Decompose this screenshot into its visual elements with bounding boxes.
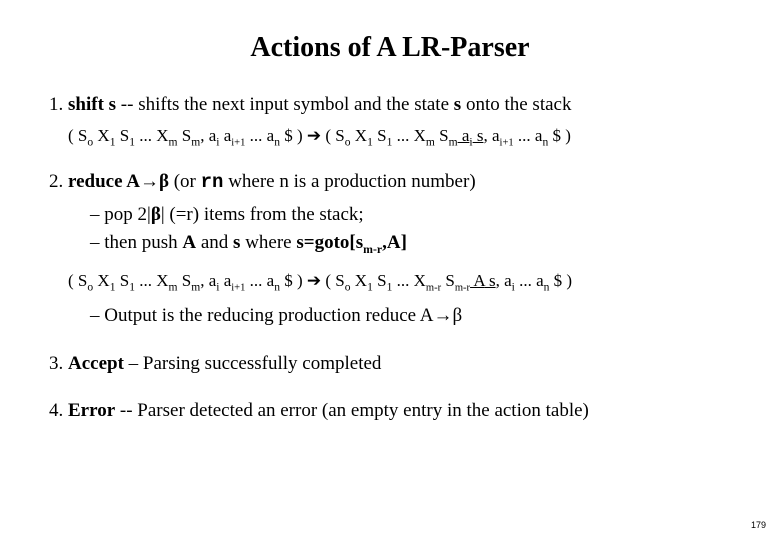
reduce-sub-push: then push A and s where s=goto[sm-r,A] xyxy=(90,230,750,256)
shift-stack-transition: ( So X1 S1 ... Xm Sm, ai ai+1 ... an $ )… xyxy=(68,124,750,148)
right-arrow-icon: ➔ xyxy=(307,271,321,290)
error-rest: -- Parser detected an error (an empty en… xyxy=(115,400,589,421)
reduce-lead-A: reduce A xyxy=(68,171,140,192)
shift-rest: -- shifts the next input symbol and the … xyxy=(116,94,454,115)
page-title: Actions of A LR-Parser xyxy=(30,32,750,64)
reduce-output: Output is the reducing production reduce… xyxy=(90,303,750,329)
item-error: Error -- Parser detected an error (an em… xyxy=(68,398,750,424)
shift-lead: shift s xyxy=(68,94,116,115)
reduce-stack-transition: ( So X1 S1 ... Xm Sm, ai ai+1 ... an $ )… xyxy=(68,269,750,293)
page-number: 179 xyxy=(751,520,766,530)
accept-lead: Accept xyxy=(68,353,124,374)
error-lead: Error xyxy=(68,400,115,421)
reduce-output-sub: Output is the reducing production reduce… xyxy=(68,303,750,329)
right-arrow-icon: ➔ xyxy=(307,126,321,145)
shift-tail: onto the stack xyxy=(461,94,571,115)
action-list: shift s -- shifts the next input symbol … xyxy=(30,92,750,424)
reduce-arrow: → xyxy=(140,171,159,192)
reduce-sublist: pop 2|β| (=r) items from the stack; then… xyxy=(68,202,750,255)
item-shift: shift s -- shifts the next input symbol … xyxy=(68,92,750,147)
item-reduce: reduce A→β (or rn where n is a productio… xyxy=(68,169,750,328)
reduce-beta: β xyxy=(159,171,169,192)
reduce-rn: rn xyxy=(201,171,224,193)
item-accept: Accept – Parsing successfully completed xyxy=(68,351,750,377)
reduce-sub-pop: pop 2|β| (=r) items from the stack; xyxy=(90,202,750,228)
slide-page: Actions of A LR-Parser shift s -- shifts… xyxy=(0,0,780,540)
accept-rest: – Parsing successfully completed xyxy=(124,353,382,374)
